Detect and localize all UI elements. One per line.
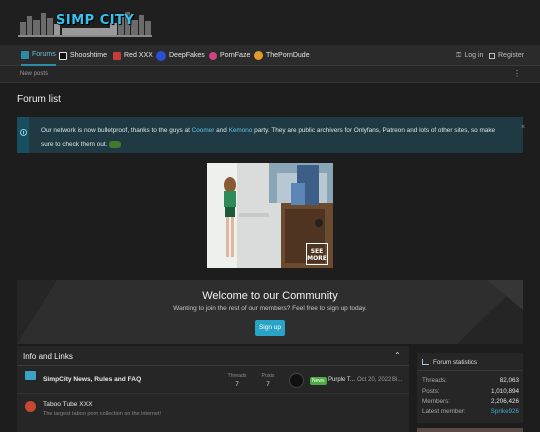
tab-pornfaze[interactable]: PornFaze bbox=[209, 45, 250, 66]
see-text: SEE bbox=[310, 248, 324, 255]
forums-icon bbox=[21, 50, 29, 59]
ad-banner[interactable]: SEE MORE bbox=[207, 163, 333, 268]
sub-nav: New posts ⋮ bbox=[0, 66, 540, 83]
pornfaze-icon bbox=[209, 51, 217, 60]
notice-text-part: Our network is now bulletproof, thanks t… bbox=[41, 127, 192, 134]
stats-title: Forum statistics bbox=[433, 359, 478, 366]
notice-text-part: and bbox=[214, 127, 229, 134]
kemono-link[interactable]: Kemono bbox=[229, 127, 253, 134]
posts-label: Posts bbox=[261, 373, 275, 379]
stat-value: 2,206,426 bbox=[490, 398, 519, 405]
stat-label: Latest member: bbox=[422, 408, 466, 415]
register-icon bbox=[489, 52, 495, 59]
tab-forums-label: Forums bbox=[32, 51, 56, 58]
page-title: Forum list bbox=[17, 94, 61, 105]
emoji-icon bbox=[109, 140, 122, 148]
welcome-subtitle: Wanting to join the rest of our members?… bbox=[173, 305, 367, 312]
tab-shooshtime-label: Shooshtime bbox=[70, 52, 107, 59]
register-label: Register bbox=[498, 52, 525, 59]
porndude-icon bbox=[254, 51, 263, 60]
more-menu-button[interactable]: ⋮ bbox=[513, 69, 521, 78]
tab-deepfakes-label: DeepFakes bbox=[169, 52, 205, 59]
site-header: SIMP CITY bbox=[0, 0, 540, 45]
latest-thread-date: Oct 20, 2022 bbox=[357, 377, 392, 383]
login-label: Log in bbox=[464, 52, 484, 59]
stat-label: Members: bbox=[422, 398, 450, 405]
bar-chart-icon bbox=[422, 359, 429, 365]
network-notice: Our network is now bulletproof, thanks t… bbox=[17, 117, 525, 153]
forum-title[interactable]: Taboo Tube XXX bbox=[43, 401, 93, 408]
forum-description: The largest taboo porn collection on the… bbox=[43, 411, 162, 417]
stat-value: 1,010,894 bbox=[490, 388, 519, 395]
latest-thread-author[interactable]: Bi... bbox=[392, 377, 402, 383]
new-posts-link[interactable]: New posts bbox=[20, 71, 48, 77]
login-link[interactable]: ⚿ Log in bbox=[456, 45, 483, 66]
posts-count: 7 bbox=[266, 381, 270, 388]
shooshtime-icon bbox=[59, 51, 67, 60]
main-nav: Forums Shooshtime Red XXX DeepFakes Porn… bbox=[0, 45, 540, 66]
latest-thread-title[interactable]: Purple T... bbox=[328, 377, 355, 383]
tab-shooshtime[interactable]: Shooshtime bbox=[59, 45, 107, 66]
tab-deepfakes[interactable]: DeepFakes bbox=[156, 45, 205, 66]
tab-theporndude-label: ThePornDude bbox=[266, 52, 310, 59]
stat-value: 82,063 bbox=[499, 377, 519, 384]
deepfakes-icon bbox=[156, 50, 166, 61]
forum-icon bbox=[25, 371, 36, 380]
see-more-badge: SEE MORE bbox=[306, 243, 328, 265]
stat-label: Posts: bbox=[422, 388, 440, 395]
tab-red-xxx-label: Red XXX bbox=[124, 52, 153, 59]
notice-text: Our network is now bulletproof, thanks t… bbox=[41, 124, 507, 152]
collapse-icon[interactable]: ⌃ bbox=[394, 351, 401, 360]
key-icon: ⚿ bbox=[456, 51, 462, 59]
register-link[interactable]: Register bbox=[489, 45, 524, 66]
sidebar-ad-edge bbox=[417, 428, 523, 432]
threads-count: 7 bbox=[235, 381, 239, 388]
taboo-tube-icon bbox=[25, 401, 36, 412]
coomer-link[interactable]: Coomer bbox=[192, 127, 215, 134]
latest-member-link[interactable]: Sprike926 bbox=[491, 408, 519, 415]
forum-statistics: Forum statistics Threads: 82,063 Posts: … bbox=[417, 353, 523, 423]
stats-header: Forum statistics bbox=[417, 353, 523, 371]
forum-title[interactable]: SimpCity News, Rules and FAQ bbox=[43, 376, 141, 383]
signup-button[interactable]: Sign up bbox=[255, 320, 285, 336]
red-xxx-icon bbox=[113, 51, 121, 60]
block-header: Info and Links ⌃ bbox=[17, 346, 409, 366]
threads-label: Threads bbox=[227, 373, 247, 379]
forum-row[interactable]: Taboo Tube XXX The largest taboo porn co… bbox=[17, 394, 409, 422]
logo-text: SIMP CITY bbox=[56, 13, 135, 28]
info-and-links-block: Info and Links ⌃ SimpCity News, Rules an… bbox=[17, 346, 409, 432]
welcome-title: Welcome to our Community bbox=[202, 290, 338, 302]
tab-theporndude[interactable]: ThePornDude bbox=[254, 45, 310, 66]
info-icon bbox=[20, 129, 27, 136]
tab-pornfaze-label: PornFaze bbox=[220, 52, 251, 59]
news-badge: News bbox=[310, 377, 327, 385]
block-title[interactable]: Info and Links bbox=[23, 352, 73, 361]
welcome-panel: Welcome to our Community Wanting to join… bbox=[17, 280, 523, 344]
tab-red-xxx[interactable]: Red XXX bbox=[113, 45, 153, 66]
forum-row[interactable]: SimpCity News, Rules and FAQ Threads 7 P… bbox=[17, 366, 409, 394]
tab-forums[interactable]: Forums bbox=[21, 45, 56, 66]
more-text: MORE bbox=[307, 255, 327, 262]
site-logo[interactable]: SIMP CITY bbox=[18, 8, 152, 38]
avatar[interactable] bbox=[289, 373, 304, 388]
stat-label: Threads: bbox=[422, 377, 447, 384]
close-icon[interactable]: × bbox=[521, 124, 525, 131]
